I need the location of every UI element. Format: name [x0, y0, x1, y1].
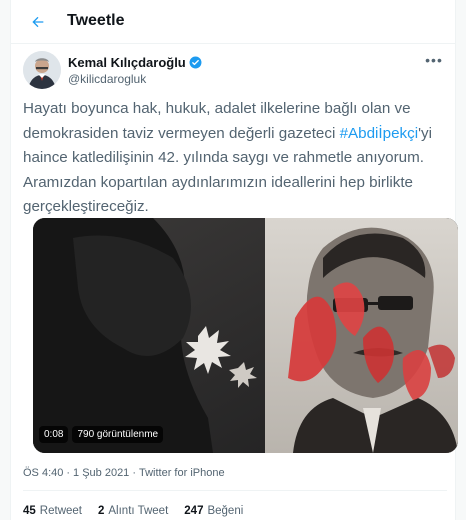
video-duration: 0:08: [39, 425, 69, 443]
hashtag-link[interactable]: #Abdiİpekçi: [340, 125, 419, 142]
back-button[interactable]: [23, 7, 53, 37]
tweet-meta: ÖS 4:40 · 1 Şub 2021 · Twitter for iPhone: [23, 467, 225, 479]
like-stat[interactable]: 247 Beğeni: [184, 505, 243, 517]
retweet-stat[interactable]: 45 Retweet: [23, 505, 82, 517]
video-view-count: 790 görüntülenme: [72, 425, 164, 443]
more-horizontal-icon: •••: [425, 52, 443, 68]
avatar[interactable]: [23, 51, 61, 89]
more-button[interactable]: •••: [425, 52, 443, 69]
author-name[interactable]: Kemal Kılıçdaroğlu: [68, 55, 186, 70]
tweet-date[interactable]: 1 Şub 2021: [73, 467, 129, 479]
video-thumbnail: [33, 218, 458, 453]
tweet-time[interactable]: ÖS 4:40: [23, 467, 63, 479]
header: Tweetle: [11, 0, 455, 44]
tweet-stats: 45 Retweet 2 Alıntı Tweet 247 Beğeni: [23, 505, 243, 517]
arrow-left-icon: [32, 16, 44, 28]
tweet-detail-panel: Tweetle Kemal Kılıçdaroğlu @kilicdaroglu…: [10, 0, 458, 520]
quote-tweet-stat[interactable]: 2 Alıntı Tweet: [98, 505, 168, 517]
tweet-author: Kemal Kılıçdaroğlu @kilicdarogluk •••: [23, 51, 443, 93]
divider: [23, 490, 447, 491]
page-title: Tweetle: [67, 12, 125, 29]
tweet-source[interactable]: Twitter for iPhone: [139, 467, 225, 479]
author-handle[interactable]: @kilicdarogluk: [68, 72, 146, 86]
verified-badge-icon: [189, 56, 202, 69]
video-player[interactable]: 0:08 790 görüntülenme: [33, 218, 458, 453]
tweet-text: Hayatı boyunca hak, hukuk, adalet ilkele…: [23, 97, 447, 220]
